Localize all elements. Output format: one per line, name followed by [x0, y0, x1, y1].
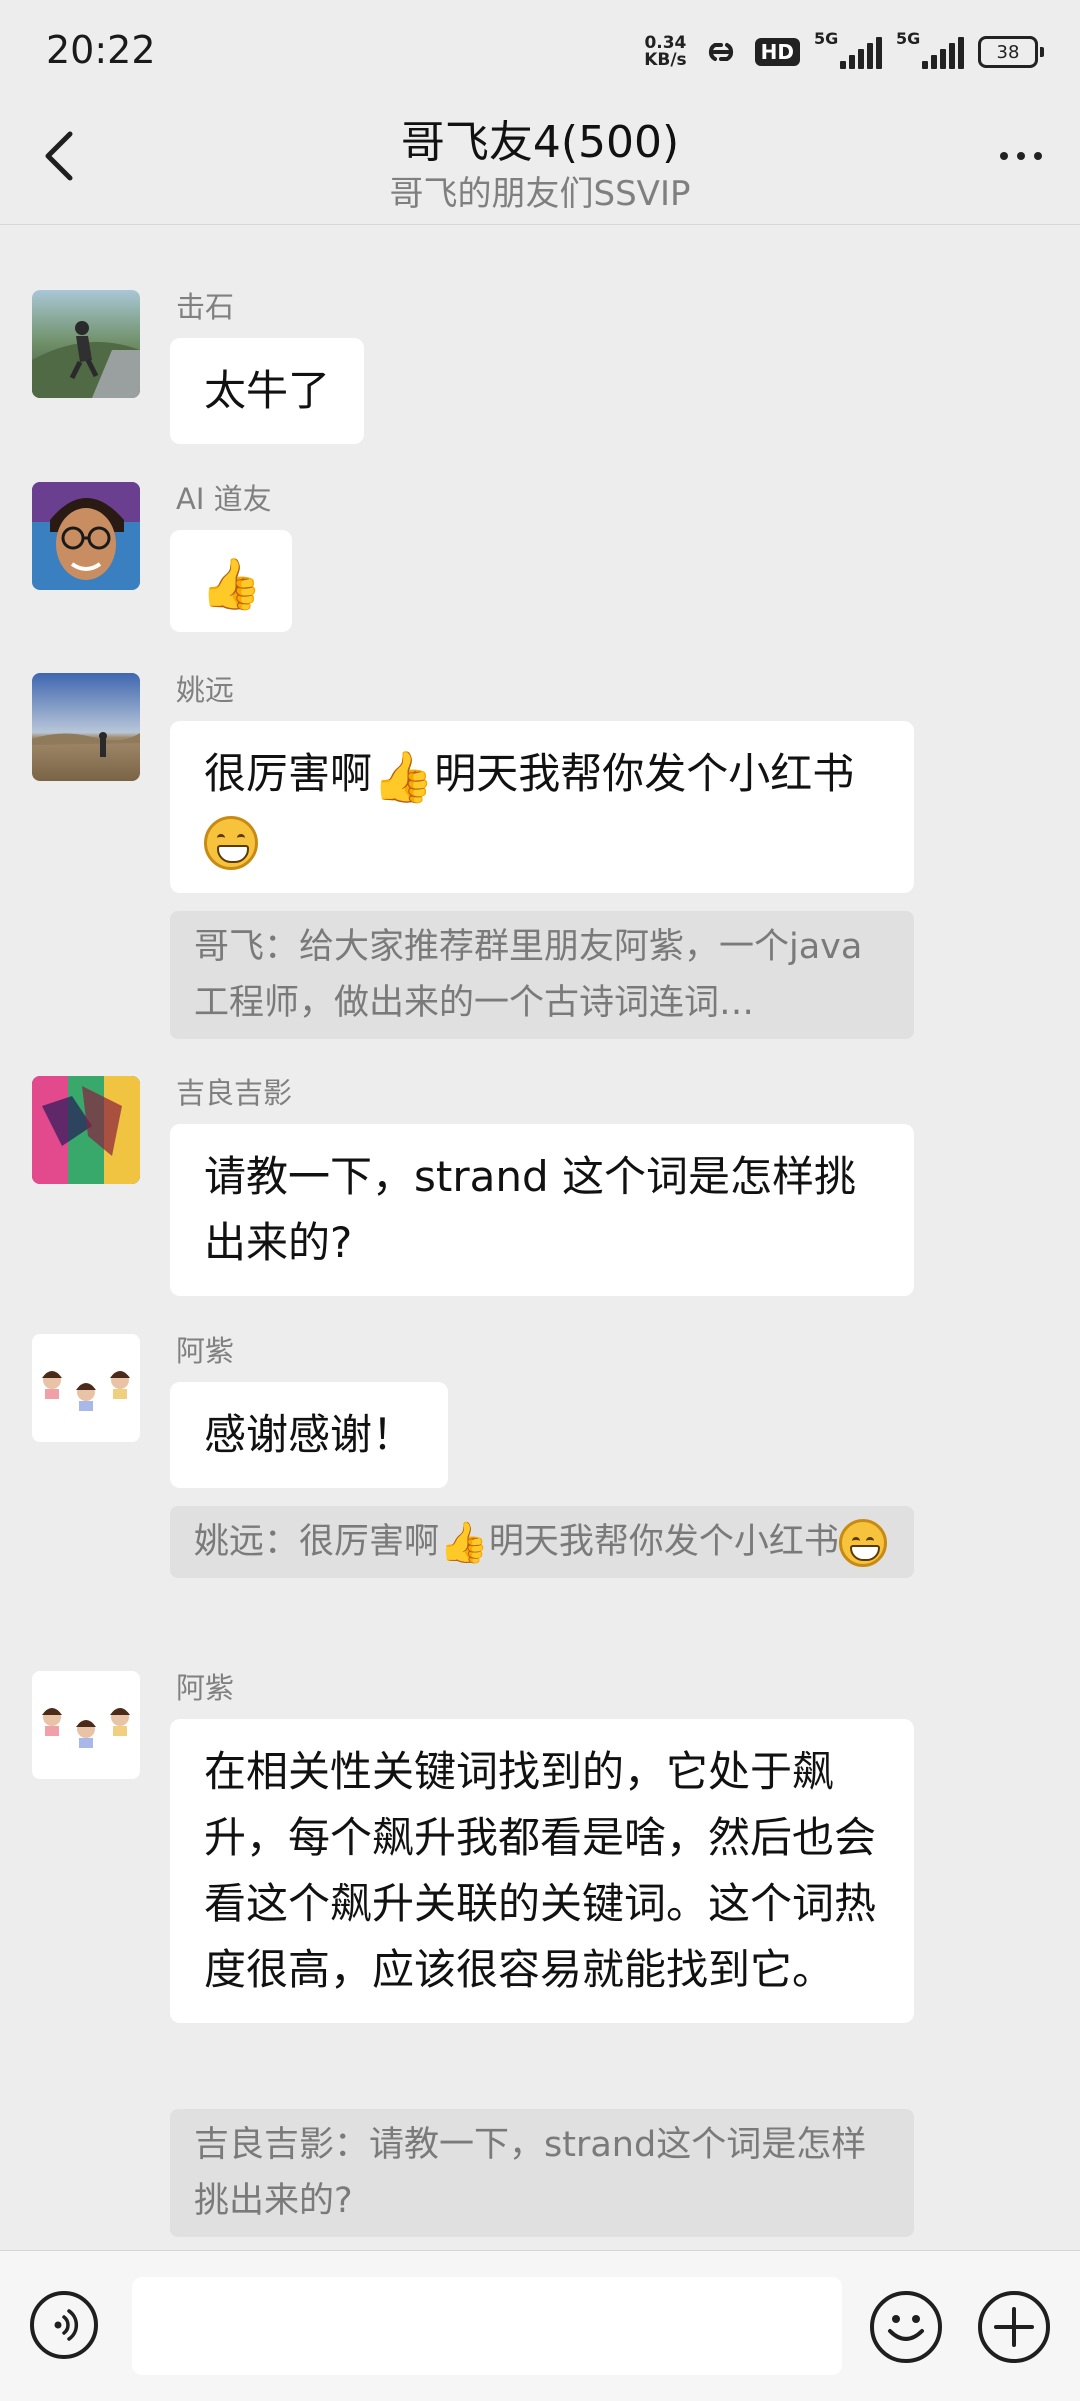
network-speed: 0.34 KB/s	[644, 35, 686, 69]
message-bubble[interactable]: 请教一下，strand 这个词是怎样挑出来的?	[170, 1124, 914, 1296]
emoji-icon[interactable]	[870, 2291, 942, 2363]
chat-subtitle: 哥飞的朋友们SSVIP	[389, 174, 691, 214]
sender-name: 阿紫	[176, 1334, 235, 1368]
message-input[interactable]	[132, 2277, 842, 2375]
grinning-face-icon	[204, 815, 258, 870]
avatar[interactable]	[32, 1076, 140, 1184]
thumbs-up-icon: 👍	[200, 554, 263, 613]
message-text: 很厉害啊	[204, 749, 373, 798]
header-divider	[0, 224, 1080, 225]
quote-text: 明天我帮你发个小红书	[488, 1522, 839, 1562]
grinning-face-icon	[838, 1519, 887, 1567]
message-bubble[interactable]: 太牛了	[170, 338, 365, 444]
chat-header: 哥飞友4(500) 哥飞的朋友们SSVIP	[0, 100, 1080, 224]
input-bar	[0, 2250, 1080, 2401]
thumbs-up-icon: 👍	[439, 1520, 489, 1566]
status-bar: 20:22 0.34 KB/s HD 5G 5G 38	[0, 0, 1080, 100]
battery-icon: 38	[978, 36, 1044, 68]
quoted-message[interactable]: 哥飞：给大家推荐群里朋友阿紫，一个java工程师，做出来的一个古诗词连词…	[170, 911, 914, 1039]
sim1-label: 5G	[814, 29, 839, 48]
chat-title: 哥飞友4(500)	[400, 117, 680, 168]
avatar[interactable]	[32, 1671, 140, 1779]
status-time: 20:22	[46, 28, 156, 72]
sim2-label: 5G	[896, 29, 921, 48]
voice-icon[interactable]	[30, 2291, 98, 2359]
sender-name: 吉良吉影	[176, 1076, 293, 1110]
signal-icon: 5G	[896, 29, 964, 69]
status-indicators: 0.34 KB/s HD 5G 5G 38	[644, 29, 1044, 74]
avatar[interactable]	[32, 673, 140, 781]
message-text: 明天我帮你发个小红书	[434, 749, 855, 798]
plus-icon[interactable]	[978, 2291, 1050, 2363]
avatar[interactable]	[32, 1334, 140, 1442]
quoted-message[interactable]: 姚远：很厉害啊👍明天我帮你发个小红书	[170, 1506, 914, 1578]
quote-text: 姚远：很厉害啊	[194, 1522, 440, 1562]
link-icon	[708, 43, 733, 61]
hd-voice-badge: HD	[754, 38, 800, 66]
thumbs-up-icon: 👍	[372, 747, 435, 806]
message-bubble[interactable]: 👍	[170, 530, 293, 632]
avatar[interactable]	[32, 290, 140, 398]
sender-name: 阿紫	[176, 1671, 235, 1705]
avatar[interactable]	[32, 482, 140, 590]
sender-name: AI 道友	[176, 482, 272, 516]
quoted-message[interactable]: 吉良吉影：请教一下，strand这个词是怎样挑出来的?	[170, 2109, 914, 2237]
battery-level: 38	[978, 36, 1038, 68]
sender-name: 击石	[176, 290, 235, 324]
sender-name: 姚远	[176, 673, 235, 707]
network-speed-unit: KB/s	[644, 50, 687, 70]
message-bubble[interactable]: 很厉害啊👍明天我帮你发个小红书	[170, 721, 914, 893]
more-dots-icon[interactable]	[1000, 152, 1042, 160]
message-bubble[interactable]: 在相关性关键词找到的，它处于飙升，每个飙升我都看是啥，然后也会看这个飙升关联的关…	[170, 1719, 914, 2023]
message-bubble[interactable]: 感谢感谢！	[170, 1382, 449, 1488]
signal-icon: 5G	[814, 29, 882, 69]
